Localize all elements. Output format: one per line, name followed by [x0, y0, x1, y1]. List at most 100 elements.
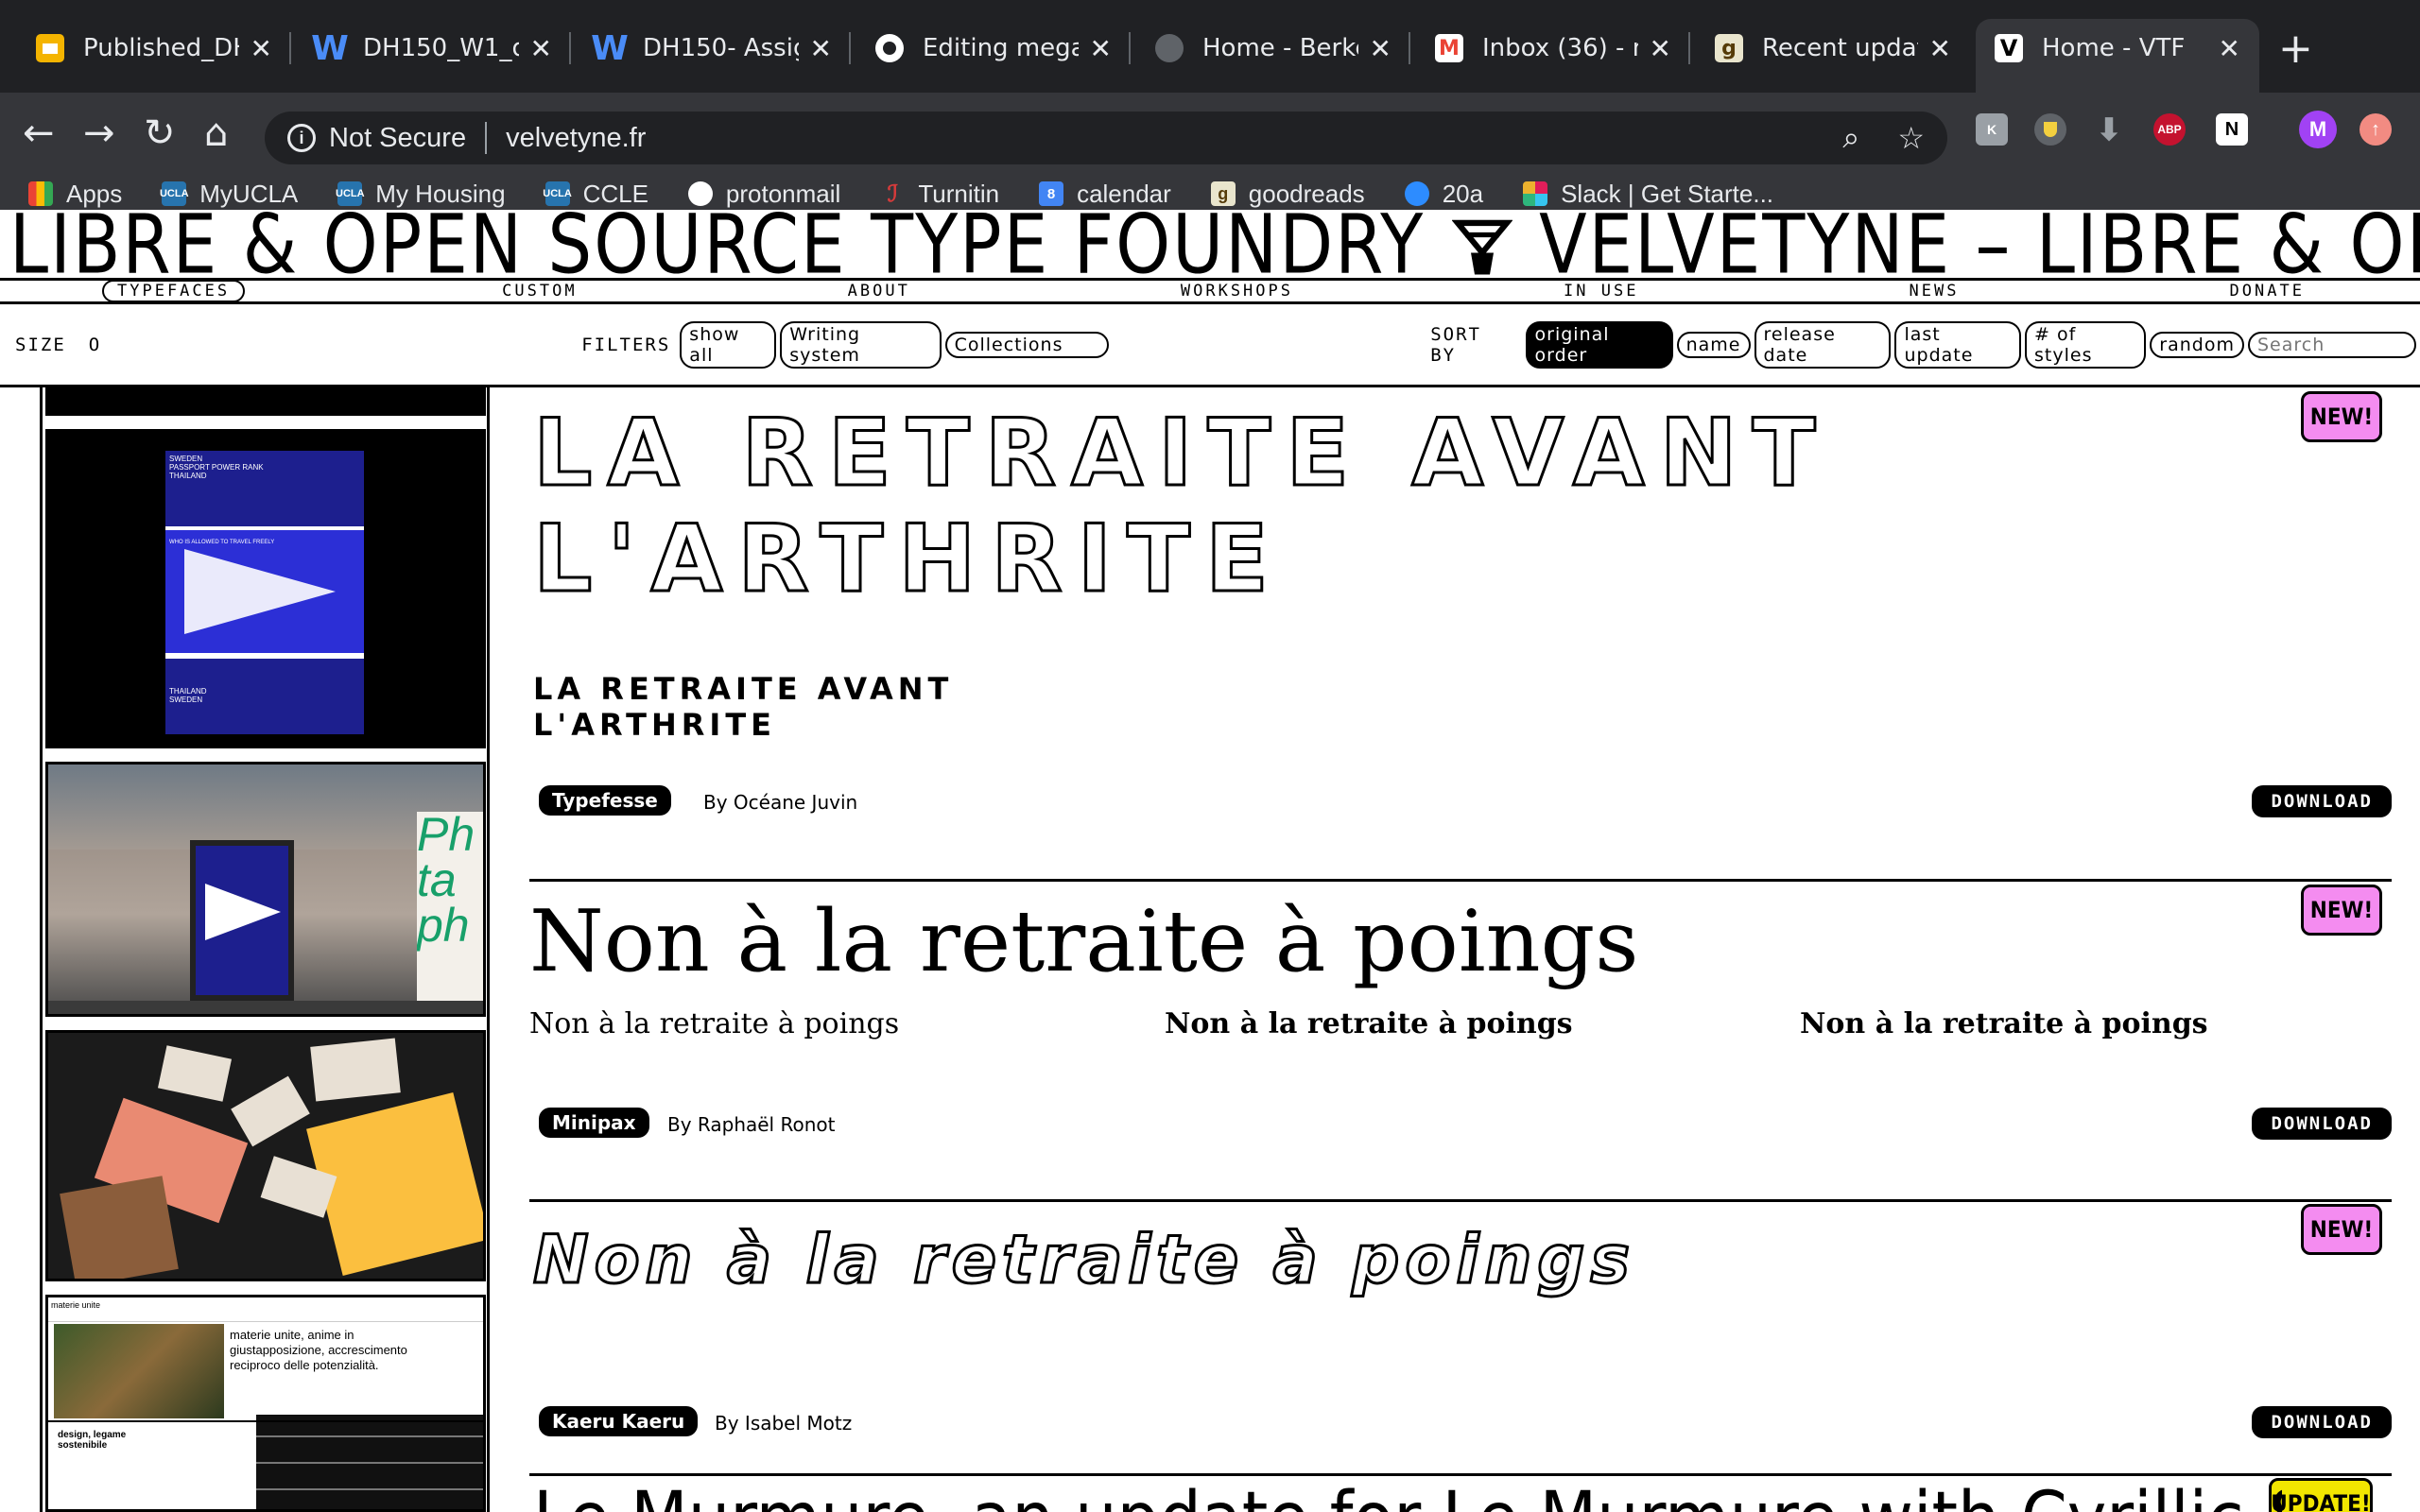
turnitin-icon: ℐ — [887, 180, 898, 207]
nav-donate[interactable]: DONATE — [2217, 282, 2318, 301]
browser-tab[interactable]: W DH150_W1_der✕ — [297, 19, 571, 77]
close-tab-icon[interactable]: ✕ — [251, 33, 272, 64]
bookmark-goodreads[interactable]: g goodreads — [1210, 180, 1365, 209]
browser-tab[interactable]: M Inbox (36) - m✕ — [1416, 19, 1690, 77]
designer-credit[interactable]: By Océane Juvin — [703, 791, 857, 814]
close-tab-icon[interactable]: ✕ — [1370, 33, 1392, 64]
font-sample-large[interactable]: LA RETRAITE AVANT L'ARTHRITE — [532, 400, 1876, 614]
close-tab-icon[interactable]: ✕ — [530, 33, 552, 64]
globe-icon — [1155, 34, 1184, 62]
new-tab-button[interactable]: + — [2278, 25, 2313, 73]
font-sample-large[interactable]: Non à la retraite à poings — [531, 1217, 1635, 1302]
bookmark-slack[interactable]: Slack | Get Starte... — [1523, 180, 1773, 209]
download-extension-icon[interactable]: ⬇ — [2093, 112, 2125, 146]
filter-show-all[interactable]: show all — [680, 320, 777, 369]
typeface-name[interactable]: Kaeru Kaeru — [539, 1406, 699, 1436]
browser-tab[interactable]: Home - Berkele✕ — [1136, 19, 1410, 77]
close-tab-icon[interactable]: ✕ — [810, 33, 832, 64]
close-tab-icon[interactable]: ✕ — [1090, 33, 1112, 64]
browser-tab[interactable]: W DH150- Assign✕ — [577, 19, 851, 77]
sort-styles-count[interactable]: # of styles — [2025, 320, 2147, 369]
address-bar[interactable]: i Not Secure velvetyne.fr ⌕ ☆ — [265, 112, 1947, 164]
bookmark-myucla[interactable]: UCLA MyUCLA — [160, 180, 298, 209]
goodreads-icon: g — [1715, 34, 1743, 62]
filter-writing-system[interactable]: Writing system — [780, 320, 942, 369]
extension-icon[interactable]: K — [1976, 113, 2008, 146]
sort-random[interactable]: random — [2150, 331, 2244, 358]
sort-name[interactable]: name — [1676, 331, 1751, 358]
bookmark-20a[interactable]: 20a — [1404, 180, 1483, 209]
download-button[interactable]: DOWNLOAD — [2252, 1108, 2392, 1140]
bookmark-turnitin[interactable]: ℐ Turnitin — [880, 180, 999, 209]
close-tab-icon[interactable]: ✕ — [1650, 33, 1671, 64]
protonmail-icon — [687, 181, 713, 206]
close-tab-icon[interactable]: ✕ — [2219, 33, 2240, 64]
zoom-icon — [1404, 181, 1429, 206]
sort-last-update[interactable]: last update — [1894, 320, 2022, 369]
browser-tab[interactable]: g Recent update✕ — [1696, 19, 1970, 77]
browser-tab-active[interactable]: V Home - VTF ✕ — [1976, 19, 2259, 93]
download-button[interactable]: DOWNLOAD — [2252, 1406, 2392, 1438]
typeface-name[interactable]: Minipax — [539, 1108, 649, 1138]
notion-icon[interactable]: N — [2216, 113, 2248, 146]
site-marquee[interactable]: LIBRE & OPEN SOURCE TYPE FOUNDRY VELVETY… — [0, 210, 2420, 280]
info-icon[interactable]: i — [287, 124, 316, 152]
browser-tab[interactable]: Editing megan✕ — [856, 19, 1131, 77]
browser-tab[interactable]: Published_DH1✕ — [17, 19, 291, 77]
nav-news[interactable]: NEWS — [1896, 282, 1973, 301]
typeface-card-le-murmure[interactable]: UPDATE! Le Murmure, an update for Le Mur… — [529, 1478, 2392, 1512]
typeface-card-typefesse[interactable]: NEW! LA RETRAITE AVANT L'ARTHRITE LA RET… — [529, 387, 2392, 882]
adblock-icon[interactable]: ABP — [2153, 113, 2186, 146]
thumbnail-poster[interactable]: SWEDEN PASSPORT POWER RANK THAILAND WHO … — [45, 429, 486, 748]
typeface-card-minipax[interactable]: NEW! Non à la retraite à poings Non à la… — [529, 885, 2392, 1202]
sort-original-order[interactable]: original order — [1525, 320, 1673, 369]
nav-typefaces[interactable]: TYPEFACES — [102, 280, 246, 302]
font-style-bold: Non à la retraite à poings — [1800, 1007, 2208, 1040]
back-arrow-icon[interactable]: ← — [23, 112, 55, 155]
font-sample-small: LA RETRAITE AVANT L'ARTHRITE — [533, 671, 954, 743]
filters-label: FILTERS — [581, 334, 671, 355]
bookmark-calendar[interactable]: 8 calendar — [1039, 180, 1171, 209]
bookmark-my-housing[interactable]: UCLA My Housing — [336, 180, 506, 209]
nav-about[interactable]: ABOUT — [835, 282, 924, 301]
nav-workshops[interactable]: WORKSHOPS — [1167, 282, 1306, 301]
thumbnail-print-spread[interactable] — [45, 1030, 486, 1281]
thumbnail-bus-stop-photo[interactable]: Ph ta ph — [45, 762, 486, 1017]
nav-in-use[interactable]: IN USE — [1550, 282, 1651, 301]
apps-grid-icon — [28, 181, 53, 206]
bookmark-protonmail[interactable]: protonmail — [687, 180, 840, 209]
search-input[interactable] — [2248, 331, 2416, 358]
new-badge: NEW! — [2301, 391, 2382, 442]
upload-icon[interactable]: ↑ — [2360, 113, 2392, 146]
filter-collections[interactable]: Collections — [944, 331, 1110, 358]
bookmark-ccle[interactable]: UCLA CCLE — [543, 180, 648, 209]
zoom-icon[interactable]: ⌕ — [1842, 120, 1859, 156]
font-sample-large[interactable]: Non à la retraite à poings — [529, 890, 1638, 994]
typeface-card-kaeru-kaeru[interactable]: NEW! Non à la retraite à poings Kaeru Ka… — [529, 1204, 2392, 1476]
designer-credit[interactable]: By Isabel Motz — [715, 1412, 852, 1435]
size-slider[interactable]: O — [89, 335, 101, 355]
sort-release-date[interactable]: release date — [1754, 320, 1892, 369]
thumbnail-website[interactable]: materie unite materie unite, anime in gi… — [45, 1295, 486, 1512]
profile-avatar[interactable]: M — [2299, 111, 2337, 148]
word-icon: W — [311, 28, 349, 68]
shield-icon[interactable] — [2034, 113, 2066, 146]
bookmark-apps[interactable]: Apps — [28, 180, 122, 209]
size-label: SIZE — [15, 334, 66, 355]
close-tab-icon[interactable]: ✕ — [1929, 33, 1951, 64]
font-sample-large[interactable]: Le Murmure, an update for Le Murmure wit… — [533, 1482, 2282, 1512]
designer-credit[interactable]: By Raphaël Ronot — [667, 1113, 835, 1136]
bookmark-star-icon[interactable]: ☆ — [1897, 120, 1925, 156]
new-badge: NEW! — [2301, 885, 2382, 936]
home-icon[interactable]: ⌂ — [204, 112, 228, 155]
typeface-name[interactable]: Typefesse — [539, 785, 671, 816]
ucla-icon: UCLA — [160, 181, 189, 206]
thumbnail-image[interactable] — [45, 387, 486, 416]
calendar-icon: 8 — [1039, 181, 1064, 206]
slides-icon — [36, 34, 64, 62]
url-text[interactable]: velvetyne.fr — [506, 123, 646, 154]
download-button[interactable]: DOWNLOAD — [2252, 785, 2392, 817]
reload-icon[interactable]: ↻ — [144, 112, 176, 155]
forward-arrow-icon[interactable]: → — [83, 112, 115, 155]
nav-custom[interactable]: CUSTOM — [489, 282, 590, 301]
